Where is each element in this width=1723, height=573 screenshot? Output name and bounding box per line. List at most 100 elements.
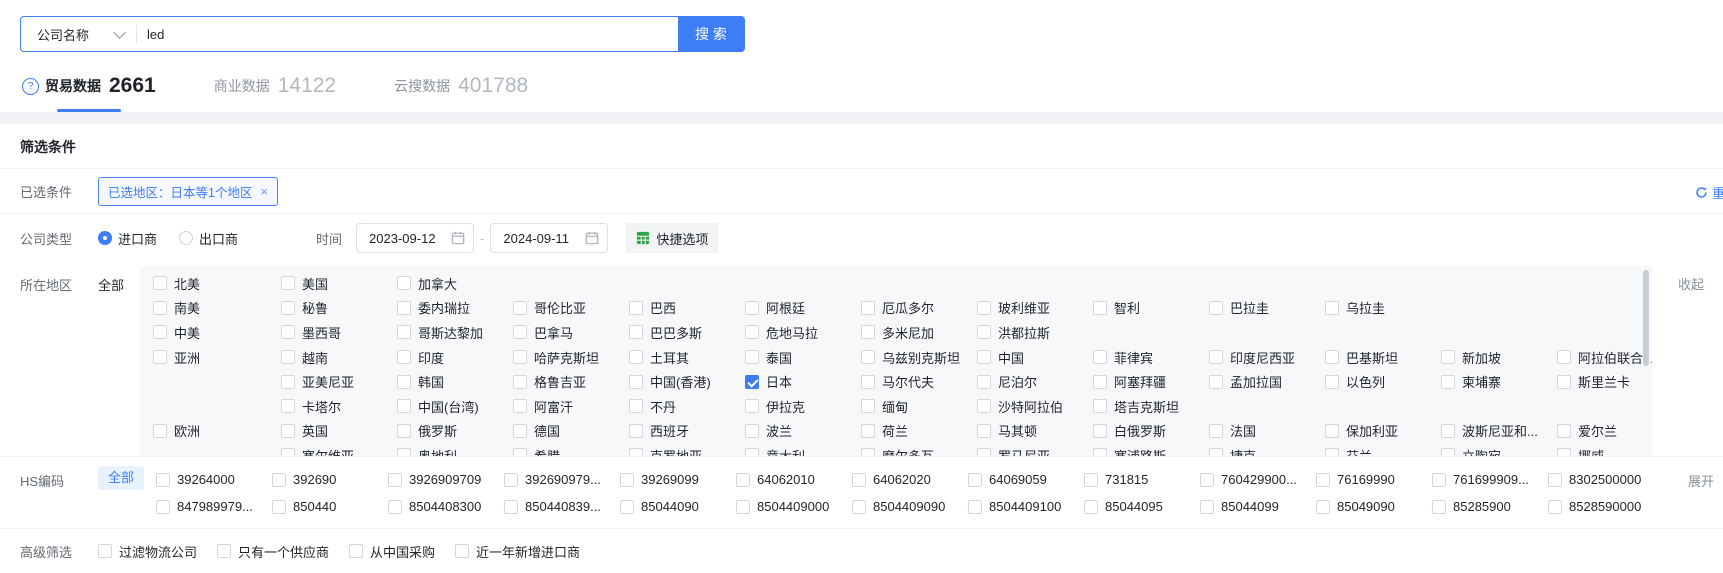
hs-checkbox-392690979...[interactable]: 392690979...	[504, 472, 620, 487]
hs-checkbox-8528590000[interactable]: 8528590000	[1548, 499, 1664, 514]
region-checkbox-巴基斯坦[interactable]: 巴基斯坦	[1325, 348, 1441, 367]
region-scrollbar[interactable]	[1643, 270, 1649, 366]
region-checkbox-中国(香港)[interactable]: 中国(香港)	[629, 372, 745, 391]
region-checkbox-伊拉克[interactable]: 伊拉克	[745, 397, 861, 416]
hs-checkbox-761699909...[interactable]: 761699909...	[1432, 472, 1548, 487]
region-checkbox-沙特阿拉伯[interactable]: 沙特阿拉伯	[977, 397, 1093, 416]
adv-checkbox-从中国采购[interactable]: 从中国采购	[349, 542, 435, 561]
hs-checkbox-85044099[interactable]: 85044099	[1200, 499, 1316, 514]
hs-checkbox-850440839...[interactable]: 850440839...	[504, 499, 620, 514]
region-checkbox-哈萨克斯坦[interactable]: 哈萨克斯坦	[513, 348, 629, 367]
hs-checkbox-39269099[interactable]: 39269099	[620, 472, 736, 487]
region-checkbox-西班牙[interactable]: 西班牙	[629, 421, 745, 440]
region-checkbox-塔吉克斯坦[interactable]: 塔吉克斯坦	[1093, 397, 1209, 416]
hs-checkbox-8504409100[interactable]: 8504409100	[968, 499, 1084, 514]
tab-贸易数据[interactable]: ?贸易数据2661	[22, 74, 156, 98]
close-icon[interactable]: ×	[260, 185, 268, 198]
region-checkbox-韩国[interactable]: 韩国	[397, 372, 513, 391]
date-from-input[interactable]: 2023-09-12	[356, 223, 474, 253]
region-checkbox-乌兹别克斯坦[interactable]: 乌兹别克斯坦	[861, 348, 977, 367]
region-checkbox-巴西[interactable]: 巴西	[629, 298, 745, 317]
region-checkbox-乌拉圭[interactable]: 乌拉圭	[1325, 298, 1441, 317]
region-checkbox-加拿大[interactable]: 加拿大	[397, 274, 513, 293]
region-checkbox-印度尼西亚[interactable]: 印度尼西亚	[1209, 348, 1325, 367]
region-checkbox-巴拿马[interactable]: 巴拿马	[513, 323, 629, 342]
collapse-link[interactable]: 收起	[1678, 274, 1704, 293]
region-checkbox-法国[interactable]: 法国	[1209, 421, 1325, 440]
region-checkbox-卡塔尔[interactable]: 卡塔尔	[281, 397, 397, 416]
region-checkbox-中国(台湾)[interactable]: 中国(台湾)	[397, 397, 513, 416]
hs-checkbox-847989979...[interactable]: 847989979...	[156, 499, 272, 514]
region-checkbox-希腊[interactable]: 希腊	[513, 446, 629, 456]
region-checkbox-欧洲[interactable]: 欧洲	[153, 421, 281, 440]
region-checkbox-越南[interactable]: 越南	[281, 348, 397, 367]
region-all-link[interactable]: 全部	[98, 266, 140, 294]
region-checkbox-立陶宛[interactable]: 立陶宛	[1441, 446, 1557, 456]
region-checkbox-阿根廷[interactable]: 阿根廷	[745, 298, 861, 317]
region-checkbox-中美[interactable]: 中美	[153, 323, 281, 342]
region-checkbox-日本[interactable]: 日本	[745, 372, 861, 391]
region-checkbox-亚洲[interactable]: 亚洲	[153, 348, 281, 367]
region-checkbox-中国[interactable]: 中国	[977, 348, 1093, 367]
region-checkbox-土耳其[interactable]: 土耳其	[629, 348, 745, 367]
region-checkbox-塞浦路斯[interactable]: 塞浦路斯	[1093, 446, 1209, 456]
hs-checkbox-85044095[interactable]: 85044095	[1084, 499, 1200, 514]
adv-checkbox-近一年新增进口商[interactable]: 近一年新增进口商	[455, 542, 580, 561]
region-checkbox-芬兰[interactable]: 芬兰	[1325, 446, 1441, 456]
hs-checkbox-8504409090[interactable]: 8504409090	[852, 499, 968, 514]
region-checkbox-印度[interactable]: 印度	[397, 348, 513, 367]
hs-checkbox-8302500000[interactable]: 8302500000	[1548, 472, 1664, 487]
region-checkbox-洪都拉斯[interactable]: 洪都拉斯	[977, 323, 1093, 342]
region-checkbox-柬埔寨[interactable]: 柬埔寨	[1441, 372, 1557, 391]
hs-checkbox-850440[interactable]: 850440	[272, 499, 388, 514]
expand-link[interactable]: 展开	[1688, 471, 1714, 490]
region-checkbox-荷兰[interactable]: 荷兰	[861, 421, 977, 440]
region-checkbox-摩尔多瓦[interactable]: 摩尔多瓦	[861, 446, 977, 456]
region-checkbox-尼泊尔[interactable]: 尼泊尔	[977, 372, 1093, 391]
hs-checkbox-85044090[interactable]: 85044090	[620, 499, 736, 514]
region-checkbox-北美[interactable]: 北美	[153, 274, 281, 293]
region-checkbox-委内瑞拉[interactable]: 委内瑞拉	[397, 298, 513, 317]
region-checkbox-塞尔维亚[interactable]: 塞尔维亚	[281, 446, 397, 456]
hs-checkbox-8504409000[interactable]: 8504409000	[736, 499, 852, 514]
region-checkbox-以色列[interactable]: 以色列	[1325, 372, 1441, 391]
region-checkbox-克罗地亚[interactable]: 克罗地亚	[629, 446, 745, 456]
hs-checkbox-76169990[interactable]: 76169990	[1316, 472, 1432, 487]
region-checkbox-德国[interactable]: 德国	[513, 421, 629, 440]
region-checkbox-巴巴多斯[interactable]: 巴巴多斯	[629, 323, 745, 342]
hs-all-chip[interactable]: 全部	[98, 466, 144, 490]
hs-checkbox-760429900...[interactable]: 760429900...	[1200, 472, 1316, 487]
hs-checkbox-64069059[interactable]: 64069059	[968, 472, 1084, 487]
region-checkbox-爱尔兰[interactable]: 爱尔兰	[1557, 421, 1652, 440]
region-checkbox-捷克[interactable]: 捷克	[1209, 446, 1325, 456]
region-checkbox-巴拉圭[interactable]: 巴拉圭	[1209, 298, 1325, 317]
region-checkbox-马其顿[interactable]: 马其顿	[977, 421, 1093, 440]
region-checkbox-英国[interactable]: 英国	[281, 421, 397, 440]
search-input[interactable]	[137, 27, 678, 42]
search-button[interactable]: 搜 索	[678, 16, 744, 52]
region-checkbox-阿拉伯联合...[interactable]: 阿拉伯联合...	[1557, 348, 1652, 367]
region-checkbox-新加坡[interactable]: 新加坡	[1441, 348, 1557, 367]
region-checkbox-菲律宾[interactable]: 菲律宾	[1093, 348, 1209, 367]
region-checkbox-危地马拉[interactable]: 危地马拉	[745, 323, 861, 342]
hs-checkbox-85049090[interactable]: 85049090	[1316, 499, 1432, 514]
hs-checkbox-392690[interactable]: 392690	[272, 472, 388, 487]
region-checkbox-阿塞拜疆[interactable]: 阿塞拜疆	[1093, 372, 1209, 391]
region-checkbox-玻利维亚[interactable]: 玻利维亚	[977, 298, 1093, 317]
radio-出口商[interactable]: 出口商	[179, 229, 238, 248]
reset-button[interactable]: 重置	[1695, 183, 1723, 202]
region-checkbox-多米尼加[interactable]: 多米尼加	[861, 323, 977, 342]
adv-checkbox-过滤物流公司[interactable]: 过滤物流公司	[98, 542, 197, 561]
region-checkbox-意大利[interactable]: 意大利	[745, 446, 861, 456]
region-checkbox-南美[interactable]: 南美	[153, 298, 281, 317]
region-checkbox-罗马尼亚[interactable]: 罗马尼亚	[977, 446, 1093, 456]
hs-checkbox-85285900[interactable]: 85285900	[1432, 499, 1548, 514]
adv-checkbox-只有一个供应商[interactable]: 只有一个供应商	[217, 542, 329, 561]
region-checkbox-秘鲁[interactable]: 秘鲁	[281, 298, 397, 317]
region-checkbox-缅甸[interactable]: 缅甸	[861, 397, 977, 416]
region-checkbox-保加利亚[interactable]: 保加利亚	[1325, 421, 1441, 440]
region-checkbox-智利[interactable]: 智利	[1093, 298, 1209, 317]
tab-云搜数据[interactable]: 云搜数据401788	[394, 74, 528, 98]
region-checkbox-阿富汗[interactable]: 阿富汗	[513, 397, 629, 416]
hs-checkbox-64062010[interactable]: 64062010	[736, 472, 852, 487]
